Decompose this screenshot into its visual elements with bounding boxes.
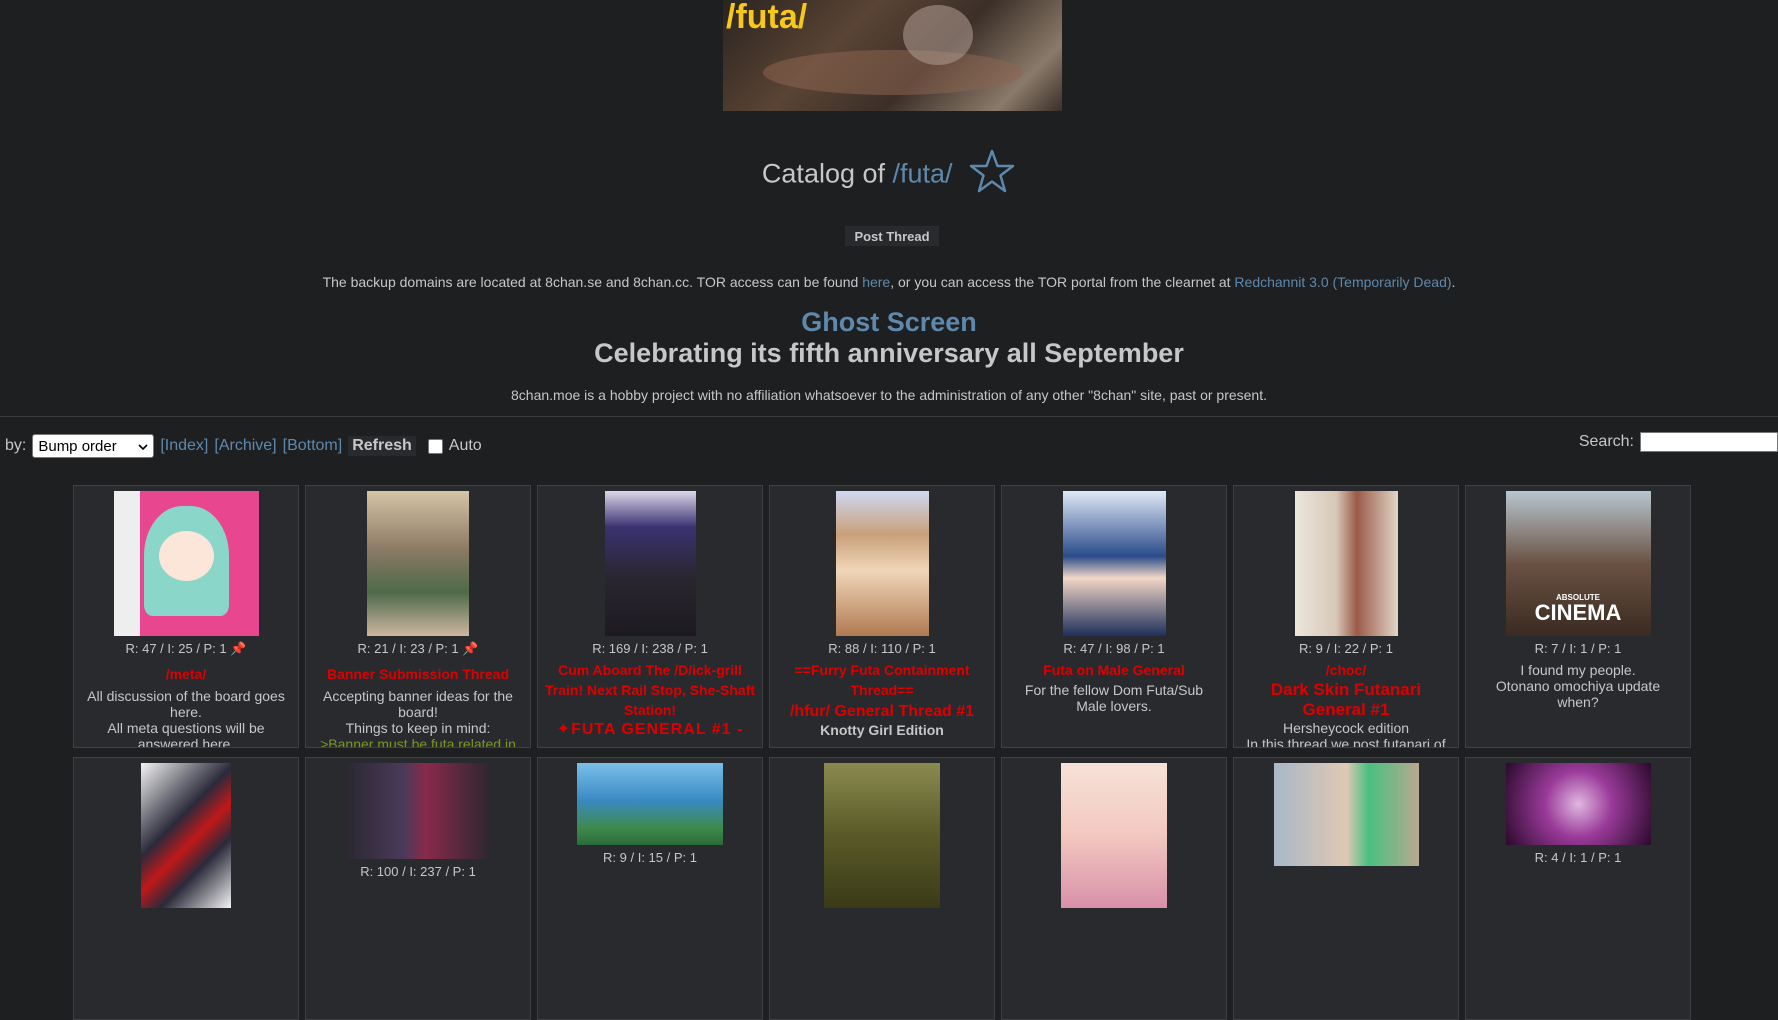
- banner-art: [763, 50, 1023, 95]
- banner-art-highlight: [903, 5, 973, 65]
- backup-text-1: The backup domains are located at 8chan.…: [322, 274, 863, 290]
- thread-subject: Futa on Male General: [1043, 662, 1185, 678]
- thread-stats: R: 4 / I: 1 / P: 1: [1534, 850, 1622, 865]
- board-banner[interactable]: /futa/: [723, 0, 1062, 111]
- thread-stats: R: 100 / I: 237 / P: 1: [360, 864, 476, 879]
- thread-cell[interactable]: R: 9 / I: 15 / P: 1: [537, 757, 763, 1020]
- refresh-button[interactable]: Refresh: [348, 436, 416, 456]
- thread-thumbnail[interactable]: [604, 491, 696, 636]
- thread-body-line: Things to keep in mind:: [345, 720, 491, 736]
- thread-subject-line: Dark Skin Futanari General #1: [1270, 680, 1422, 719]
- thread-subject: /choc/: [1325, 662, 1367, 678]
- anniversary-heading: Celebrating its fifth anniversary all Se…: [594, 338, 1184, 368]
- thread-subject-line: /hfur/ General Thread #1: [789, 703, 975, 720]
- thread-thumbnail[interactable]: [1505, 763, 1651, 845]
- thread-cell[interactable]: [769, 757, 995, 1020]
- board-link[interactable]: /futa/: [893, 159, 953, 189]
- thread-cell[interactable]: [1233, 757, 1459, 1020]
- thread-cell[interactable]: R: 88 / I: 110 / P: 1 ==Furry Futa Conta…: [769, 485, 995, 748]
- thread-subject: /meta/: [165, 666, 207, 682]
- thread-stats: R: 47 / I: 25 / P: 1 📌: [125, 641, 247, 656]
- bottom-link[interactable]: [Bottom]: [283, 437, 343, 455]
- pin-icon: 📌: [462, 641, 479, 656]
- thread-cell[interactable]: [73, 757, 299, 1020]
- thread-thumbnail[interactable]: [835, 491, 929, 636]
- index-link[interactable]: [Index]: [160, 437, 208, 455]
- thread-thumbnail[interactable]: [1061, 763, 1167, 908]
- thread-body: Knotty Girl Edition: [820, 722, 944, 738]
- thread-subject: Banner Submission Thread: [326, 666, 510, 682]
- search-input[interactable]: [1640, 432, 1778, 452]
- disclaimer: 8chan.moe is a hobby project with no aff…: [511, 387, 1267, 403]
- thread-body: Accepting banner ideas for the board!: [323, 688, 513, 720]
- thread-cell[interactable]: R: 47 / I: 98 / P: 1 Futa on Male Genera…: [1001, 485, 1227, 748]
- auto-label: Auto: [448, 437, 482, 454]
- auto-refresh-checkbox[interactable]: [427, 438, 443, 454]
- sort-order-select[interactable]: Bump order: [32, 434, 155, 458]
- thread-body-line: All meta questions will be answered here…: [107, 720, 265, 748]
- thread-thumbnail[interactable]: ABSOLUTE CINEMA: [1505, 491, 1651, 636]
- thread-thumbnail[interactable]: [113, 491, 259, 636]
- thread-cell[interactable]: [1001, 757, 1227, 1020]
- thread-body-line: In this thread we post futanari of a: [1246, 736, 1446, 748]
- sort-selected-value: Bump order: [38, 437, 117, 455]
- thread-stats: R: 21 / I: 23 / P: 1 📌: [357, 641, 479, 656]
- thread-cell[interactable]: R: 100 / I: 237 / P: 1: [305, 757, 531, 1020]
- thread-cell[interactable]: R: 9 / I: 22 / P: 1 /choc/ Dark Skin Fut…: [1233, 485, 1459, 748]
- backup-domains-notice: The backup domains are located at 8chan.…: [0, 274, 1778, 290]
- post-thread-button[interactable]: Post Thread: [845, 226, 939, 246]
- thread-thumbnail[interactable]: [1062, 491, 1166, 636]
- thread-body-line: Otonano omochiya update when?: [1495, 678, 1661, 710]
- thread-subject: Cum Aboard The /D/ick-grill Train! Next …: [544, 662, 756, 718]
- thread-extra: ✦FUTA GENERAL #1 -: [556, 721, 744, 738]
- thread-cell[interactable]: R: 4 / I: 1 / P: 1: [1465, 757, 1691, 1020]
- backup-text-2: , or you can access the TOR portal from …: [890, 274, 1235, 290]
- thread-stats: R: 88 / I: 110 / P: 1: [828, 641, 936, 656]
- thread-thumbnail[interactable]: [345, 763, 491, 859]
- thread-thumbnail[interactable]: [824, 763, 940, 908]
- backup-text-3: .: [1451, 274, 1456, 290]
- thread-thumbnail[interactable]: [577, 763, 723, 845]
- overlay-text-large: CINEMA: [1534, 600, 1622, 625]
- sort-label: by:: [5, 437, 27, 454]
- thread-subject: ==Furry Futa Containment Thread==: [794, 662, 970, 698]
- search-area: Search:: [1579, 432, 1778, 452]
- chevron-down-icon: [138, 438, 148, 455]
- thread-cell[interactable]: R: 47 / I: 25 / P: 1 📌 /meta/ All discus…: [73, 485, 299, 748]
- thread-body: Hersheycock edition: [1282, 720, 1410, 736]
- catalog-prefix: Catalog of: [761, 158, 893, 189]
- thread-stats: R: 9 / I: 22 / P: 1: [1299, 641, 1393, 656]
- archive-link[interactable]: [Archive]: [214, 437, 276, 455]
- thread-thumbnail[interactable]: [1294, 491, 1398, 636]
- thread-thumbnail[interactable]: [367, 491, 469, 636]
- thread-stats: R: 9 / I: 15 / P: 1: [603, 850, 697, 865]
- thread-thumbnail[interactable]: [141, 763, 231, 908]
- pin-icon: 📌: [230, 641, 247, 656]
- divider: [0, 416, 1778, 417]
- thread-greentext: >Banner must be futa related in: [320, 736, 516, 748]
- banner-text: /futa/: [726, 0, 808, 36]
- thread-stats: R: 169 / I: 238 / P: 1: [592, 641, 708, 656]
- page-title: Catalog of /futa/: [0, 148, 1778, 203]
- thread-body: For the fellow Dom Futa/Sub Male lovers.: [1024, 682, 1204, 714]
- thread-cell[interactable]: R: 21 / I: 23 / P: 1 📌 Banner Submission…: [305, 485, 531, 748]
- search-label: Search:: [1578, 433, 1634, 450]
- redchannit-link[interactable]: Redchannit 3.0 (Temporarily Dead): [1234, 274, 1451, 290]
- thread-cell[interactable]: ABSOLUTE CINEMA R: 7 / I: 1 / P: 1 I fou…: [1465, 485, 1691, 748]
- thread-cell[interactable]: R: 169 / I: 238 / P: 1 Cum Aboard The /D…: [537, 485, 763, 748]
- thread-body: I found my people.: [1520, 662, 1636, 678]
- star-icon[interactable]: [968, 148, 1016, 203]
- tor-here-link[interactable]: here: [862, 274, 890, 290]
- thread-thumbnail[interactable]: [1273, 763, 1419, 866]
- thread-stats: R: 47 / I: 98 / P: 1: [1063, 641, 1165, 656]
- catalog-controls: by: Bump order [Index] [Archive] [Bottom…: [5, 434, 482, 458]
- thread-body: All discussion of the board goes here.: [87, 688, 285, 720]
- ghost-screen-link[interactable]: Ghost Screen: [0, 307, 1778, 338]
- thread-stats: R: 7 / I: 1 / P: 1: [1534, 641, 1622, 656]
